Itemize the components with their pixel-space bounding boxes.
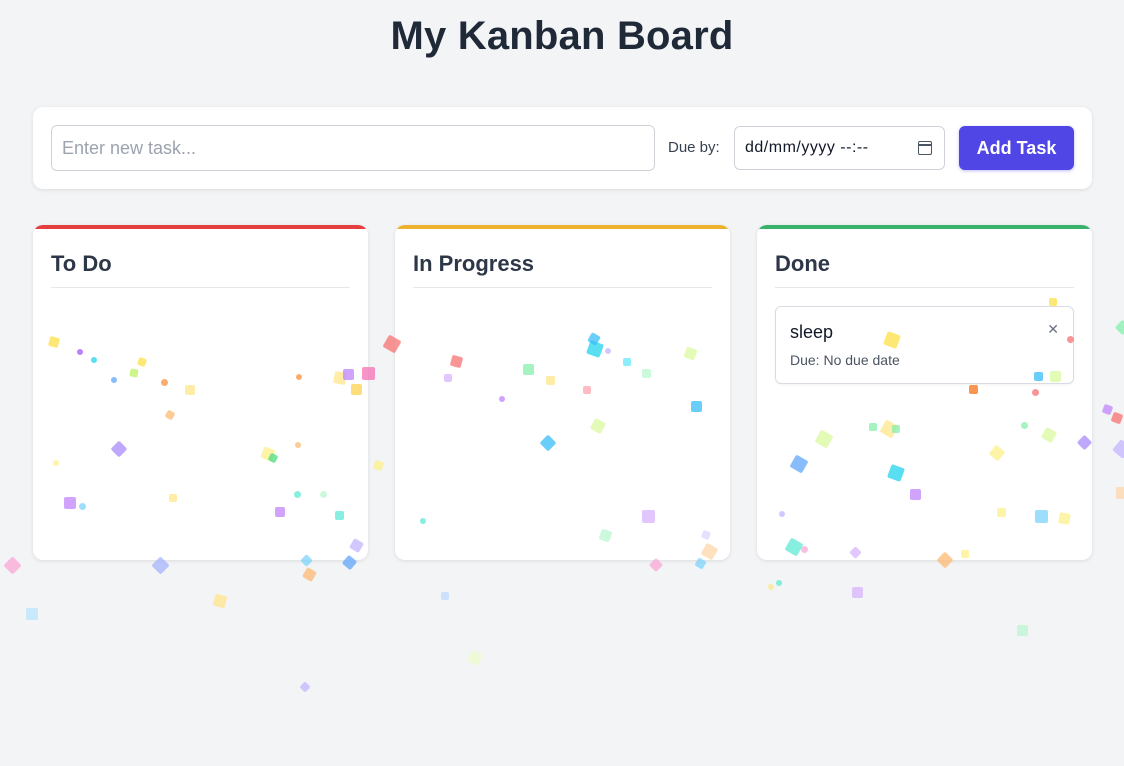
confetti-piece [1016,624,1028,636]
close-icon[interactable]: ✕ [1047,321,1059,338]
due-date-input[interactable]: dd/mm/yyyy --:-- [734,126,945,170]
task-due-date: Due: No due date [790,352,900,368]
column-todo: To Do [33,225,368,560]
column-accent-bar [33,225,368,229]
column-divider [775,287,1074,288]
confetti-piece [2,555,22,575]
confetti-piece [372,459,384,471]
add-task-button[interactable]: Add Task [959,126,1074,170]
column-divider [413,287,712,288]
confetti-piece [1110,411,1124,425]
due-label: Due by: [668,139,720,156]
confetti-piece [1101,403,1113,415]
confetti-piece [1112,439,1124,459]
confetti-piece [776,580,782,586]
due-date-value: dd/mm/yyyy --:-- [745,139,869,156]
confetti-piece [1114,319,1124,335]
task-title: sleep [790,322,834,342]
confetti-piece [26,608,38,620]
add-task-form: Due by: dd/mm/yyyy --:-- Add Task [33,107,1092,189]
column-title: Done [775,251,830,276]
confetti-piece [768,584,774,590]
confetti-piece [851,586,863,598]
confetti-piece [299,681,311,693]
column-accent-bar [757,225,1092,229]
task-card[interactable]: sleep Due: No due date ✕ [775,306,1074,384]
confetti-piece [467,650,483,666]
confetti-piece [441,592,449,600]
confetti-piece [212,593,228,609]
column-accent-bar [395,225,730,229]
column-done: Done sleep Due: No due date ✕ [757,225,1092,560]
column-divider [51,287,350,288]
confetti-piece [1116,487,1124,499]
confetti-piece [301,566,317,582]
column-in-progress: In Progress [395,225,730,560]
column-title: To Do [51,251,112,276]
confetti-piece [648,557,664,573]
column-title: In Progress [413,251,535,276]
task-input[interactable] [51,125,655,171]
calendar-icon[interactable] [918,141,932,155]
page-title: My Kanban Board [390,14,734,58]
